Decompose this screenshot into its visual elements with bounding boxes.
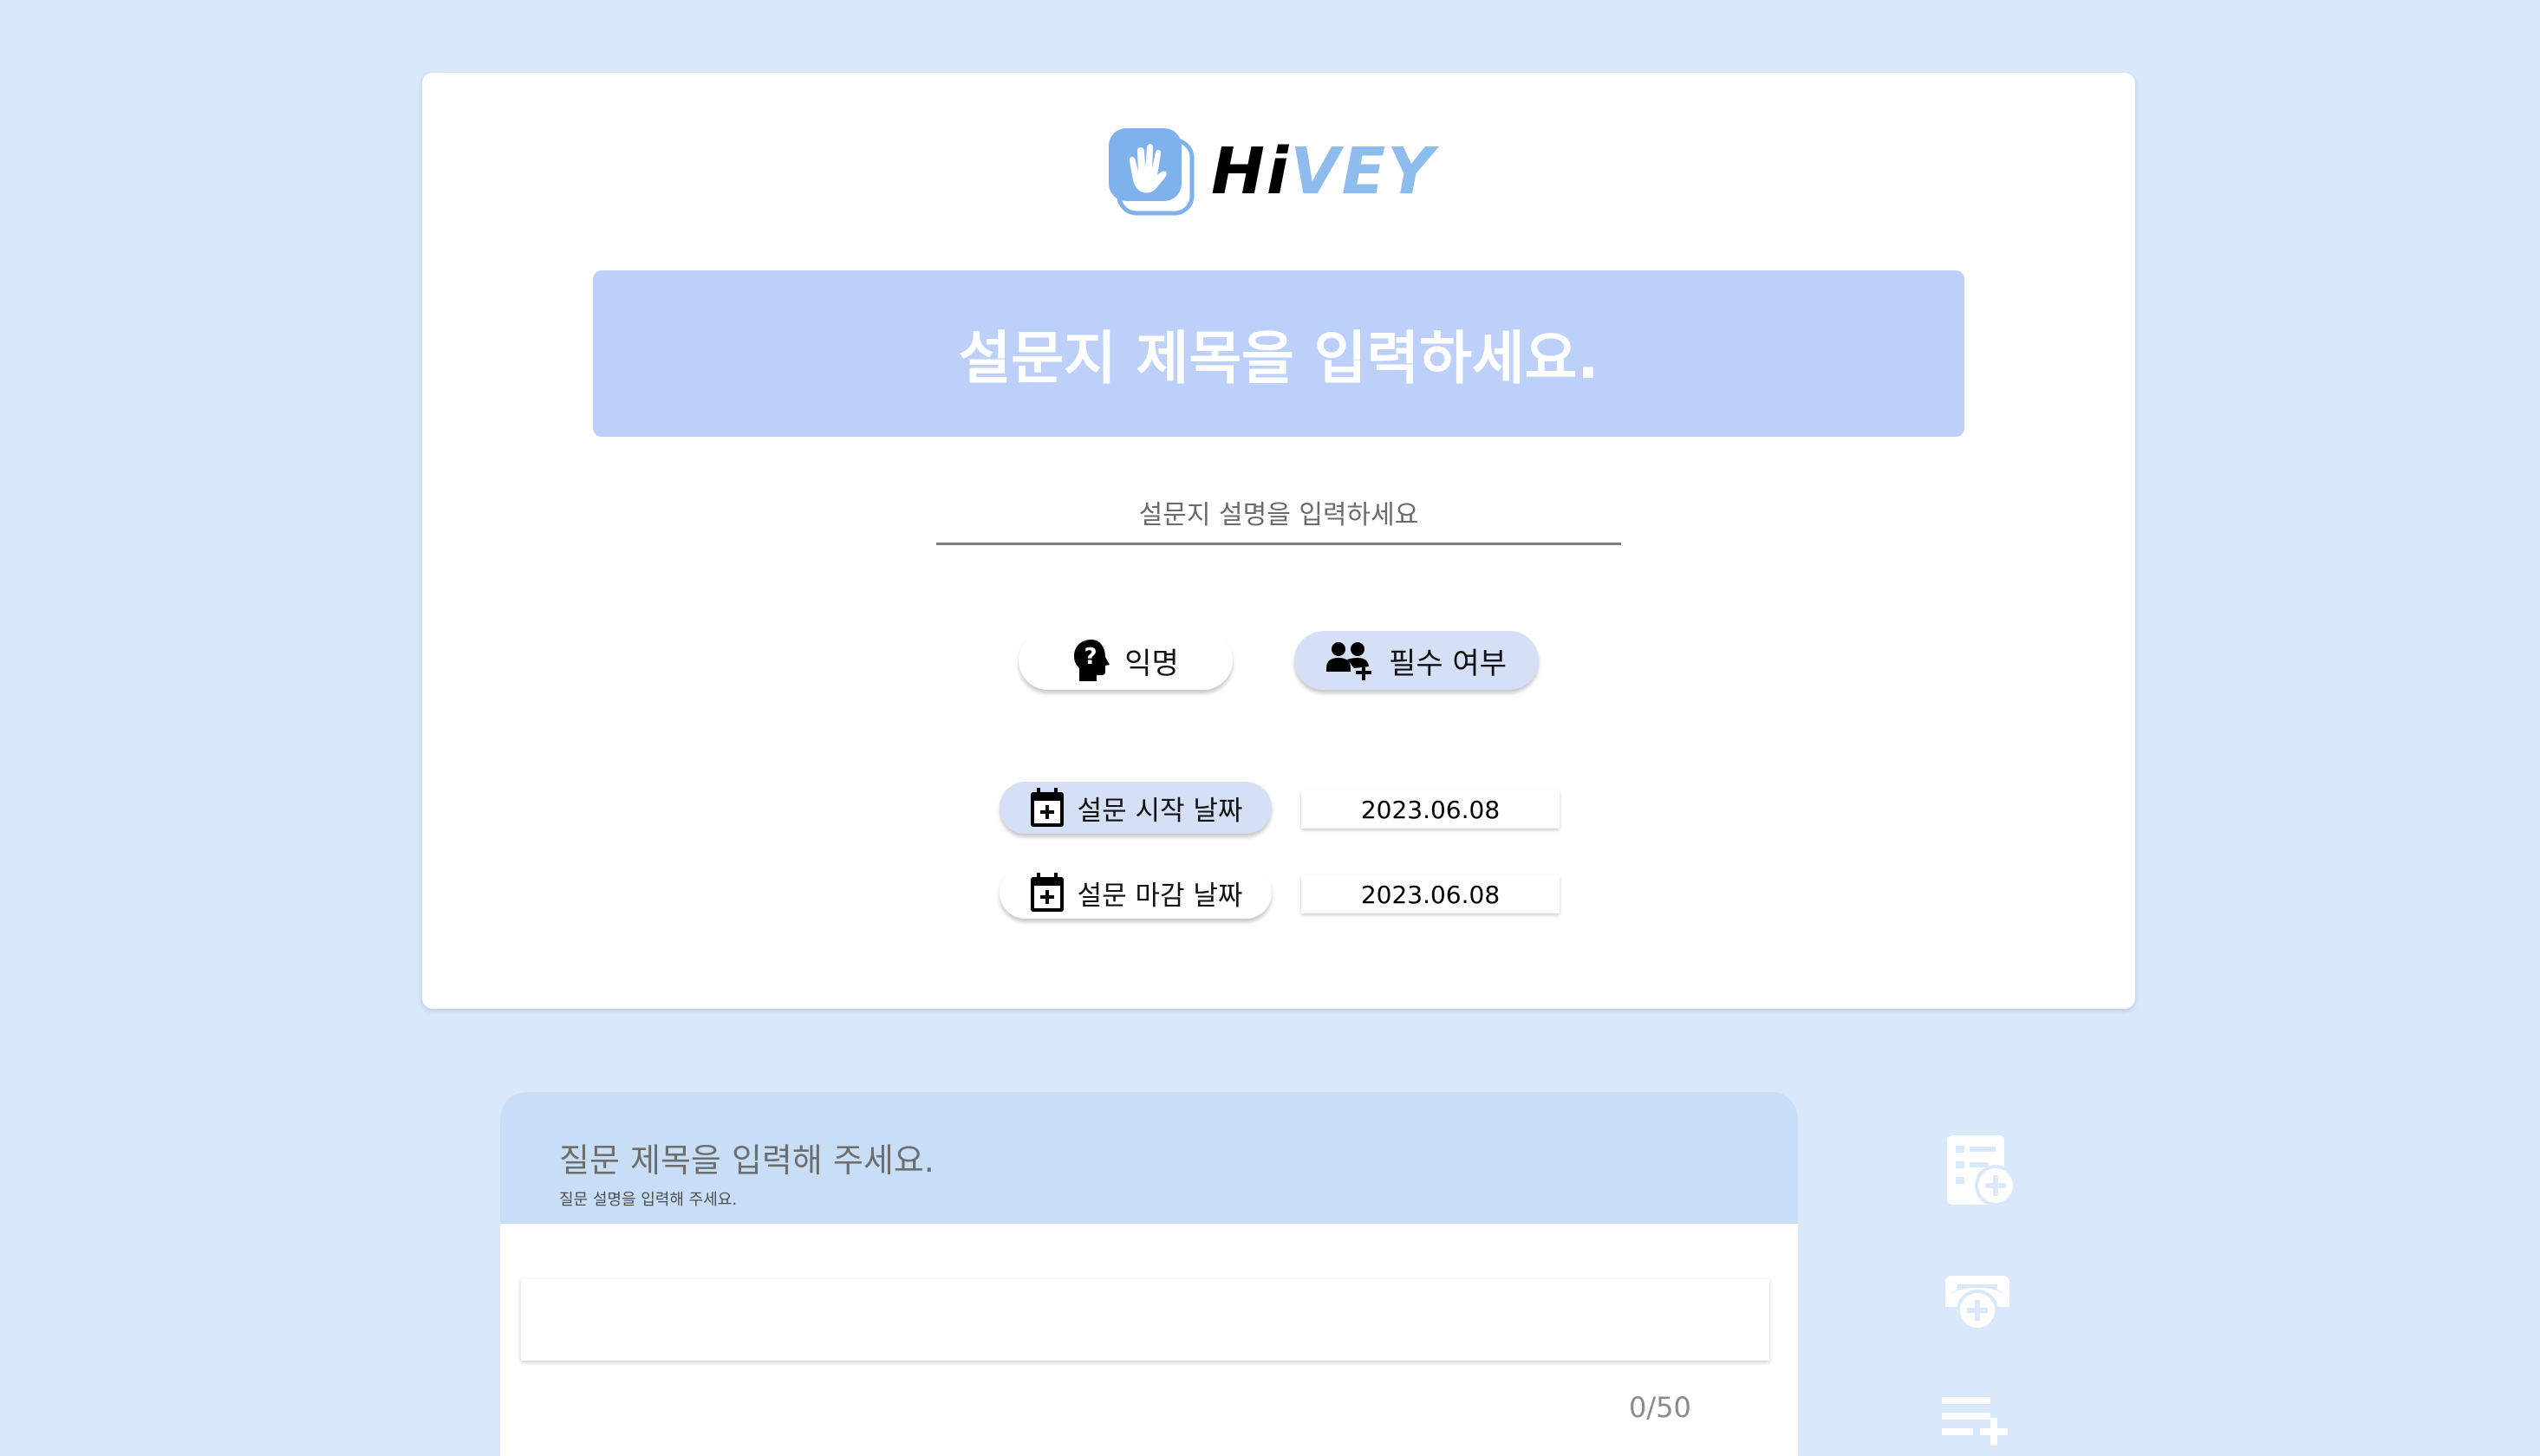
anonymous-label: 익명 [1124, 646, 1179, 681]
question-description-input[interactable]: 질문 설명을 입력해 주세요. [559, 1187, 737, 1210]
survey-title-box[interactable]: 설문지 제목을 입력하세요. [593, 270, 1964, 437]
end-date-button[interactable]: 설문 마감 날짜 [1000, 867, 1272, 919]
survey-description-input[interactable]: 설문지 설명을 입력하세요 [936, 482, 1621, 545]
add-question-icon[interactable] [1942, 1132, 2022, 1215]
logo-vey: VEY [1290, 134, 1436, 209]
logo-hi: Hi [1211, 134, 1291, 209]
calendar-add-icon [1029, 788, 1065, 828]
anonymous-toggle-button[interactable]: ? 익명 [1019, 631, 1233, 690]
required-toggle-button[interactable]: 필수 여부 [1294, 631, 1539, 690]
question-card: 질문 제목을 입력해 주세요. 질문 설명을 입력해 주세요. 0/50 [500, 1092, 1798, 1456]
start-date-button[interactable]: 설문 시작 날짜 [1000, 782, 1272, 834]
question-header: 질문 제목을 입력해 주세요. 질문 설명을 입력해 주세요. [500, 1092, 1798, 1224]
end-date-label: 설문 마감 날짜 [1077, 880, 1243, 912]
answer-text-input[interactable] [521, 1279, 1769, 1361]
survey-title-input[interactable]: 설문지 제목을 입력하세요. [593, 312, 1964, 395]
group-add-icon [1326, 639, 1377, 682]
end-date-input[interactable]: 2023.06.08 [1301, 875, 1560, 913]
add-image-icon[interactable] [1940, 1271, 2015, 1340]
character-counter: 0/50 [1629, 1391, 1691, 1424]
add-list-icon[interactable] [1940, 1392, 2015, 1449]
hivey-logo: HiVEY [1107, 127, 1436, 217]
logo-wordmark: HiVEY [1211, 140, 1436, 204]
svg-text:?: ? [1084, 644, 1097, 670]
start-date-input[interactable]: 2023.06.08 [1301, 790, 1560, 829]
required-label: 필수 여부 [1389, 646, 1507, 681]
calendar-add-icon [1029, 873, 1065, 913]
anonymous-head-question-icon: ? [1072, 638, 1112, 683]
start-date-label: 설문 시작 날짜 [1077, 795, 1243, 827]
waving-hand-logo-icon [1109, 128, 1195, 216]
question-title-input[interactable]: 질문 제목을 입력해 주세요. [559, 1134, 935, 1181]
